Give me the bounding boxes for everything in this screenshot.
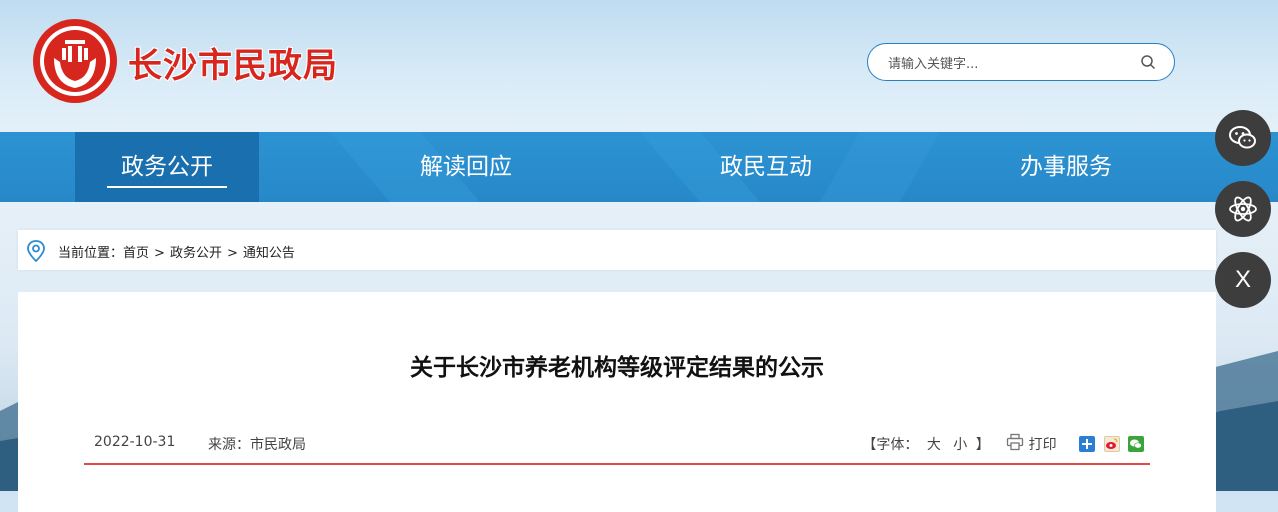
search-input[interactable]: [886, 53, 1130, 75]
font-label-close: 】: [975, 436, 990, 453]
article-tools: 【字体： 大 小 】 打印: [862, 433, 1144, 453]
active-underline: [107, 186, 227, 188]
breadcrumb-separator: >: [154, 246, 165, 261]
article-title: 关于长沙市养老机构等级评定结果的公示: [410, 355, 824, 381]
breadcrumb: 当前位置：首页 > 政务公开 > 通知公告: [18, 230, 1216, 270]
civil-affairs-logo[interactable]: [32, 18, 118, 104]
share-wechat-icon[interactable]: [1128, 435, 1144, 452]
location-pin-icon: [27, 240, 45, 262]
site-name: 长沙市民政局: [128, 46, 338, 86]
source-value: 市民政局: [250, 437, 306, 453]
float-atom-button[interactable]: [1215, 181, 1271, 237]
nav-label: 政务公开: [121, 154, 213, 180]
article-source: 来源：市民政局: [208, 434, 306, 454]
nav-label: 办事服务: [1020, 154, 1112, 180]
font-label-open: 【字体：: [862, 436, 919, 453]
printer-icon: [1007, 433, 1024, 451]
share-qzone-icon[interactable]: [1079, 435, 1096, 452]
breadcrumb-tongzhi[interactable]: 通知公告: [243, 246, 295, 261]
breadcrumb-separator: >: [226, 246, 238, 261]
print-label: 打印: [1028, 437, 1057, 453]
atom-icon: [1229, 196, 1257, 222]
article-meta: 2022-10-31 来源：市民政局 【字体： 大 小 】 打印: [84, 431, 1150, 465]
font-small-button[interactable]: 小: [953, 434, 967, 454]
float-close-button[interactable]: X: [1215, 252, 1271, 308]
nav-label: 政民互动: [720, 154, 812, 180]
breadcrumb-trail: 当前位置：首页 > 政务公开 > 通知公告: [58, 242, 295, 261]
breadcrumb-home[interactable]: 首页: [123, 246, 149, 261]
float-wechat-button[interactable]: [1215, 110, 1271, 166]
source-label: 来源：: [208, 437, 250, 453]
nav-label: 解读回应: [420, 154, 512, 180]
share-weibo-icon[interactable]: [1103, 435, 1120, 452]
breadcrumb-zhengwu[interactable]: 政务公开: [170, 246, 222, 261]
close-icon: X: [1234, 266, 1251, 293]
print-button[interactable]: 打印: [1006, 433, 1057, 454]
breadcrumb-prefix: 当前位置：: [58, 246, 124, 261]
nav-item-zhengwu[interactable]: 政务公开: [75, 132, 259, 202]
search-icon[interactable]: [1140, 54, 1156, 70]
font-large-button[interactable]: 大: [927, 434, 941, 454]
search-box: [867, 43, 1175, 81]
article-panel: 关于长沙市养老机构等级评定结果的公示 2022-10-31 来源：市民政局 【字…: [18, 292, 1216, 512]
nav-item-hudong[interactable]: 政民互动: [674, 132, 858, 202]
nav-item-banshi[interactable]: 办事服务: [974, 132, 1158, 202]
publish-date: 2022-10-31: [94, 434, 176, 450]
site-header: 长沙市民政局: [0, 0, 1278, 132]
nav-item-jiedu[interactable]: 解读回应: [374, 132, 558, 202]
main-nav: 政务公开 解读回应 政民互动 办事服务: [0, 132, 1278, 202]
wechat-icon: [1229, 126, 1256, 149]
